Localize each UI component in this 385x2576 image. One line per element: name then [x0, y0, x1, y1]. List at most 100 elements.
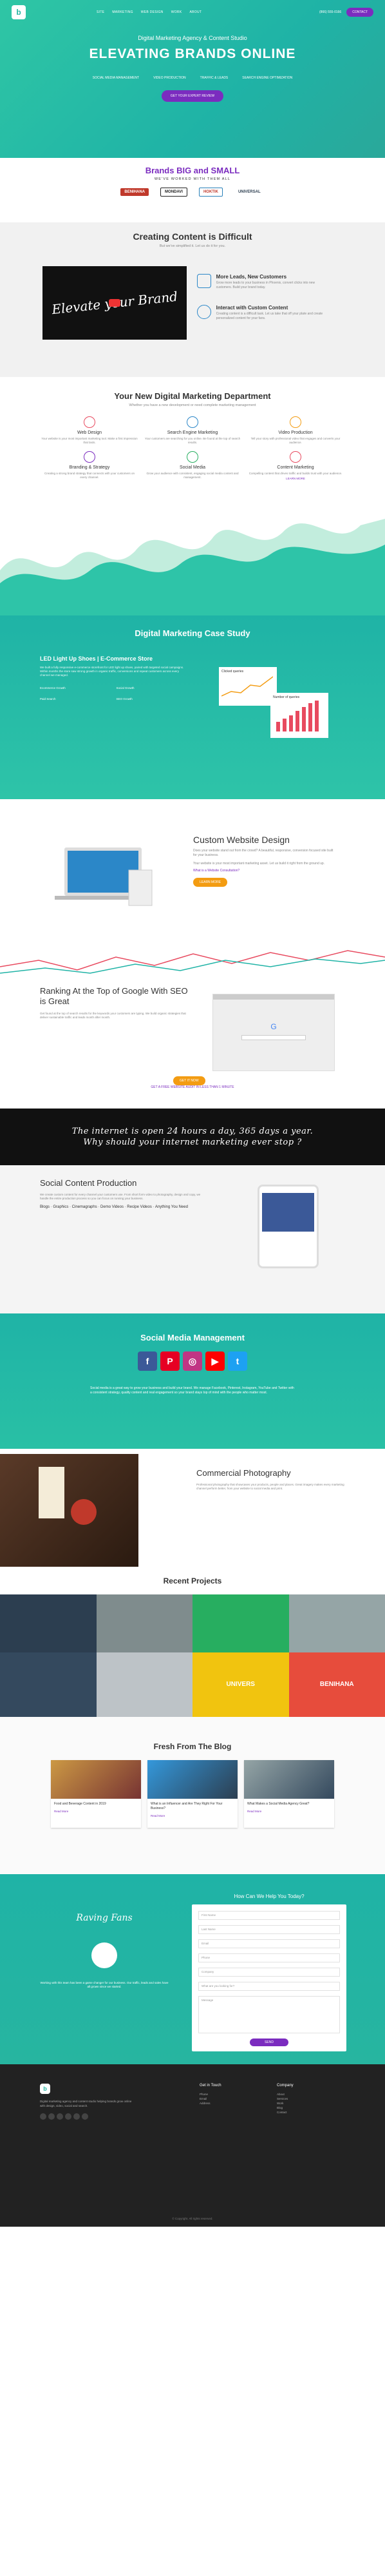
project-tile[interactable]	[0, 1594, 97, 1652]
pinterest-icon[interactable]	[65, 2113, 71, 2120]
dept-item-title: Social Media	[179, 465, 206, 470]
video-icon	[290, 416, 301, 428]
quote-banner: The internet is open 24 hours a day, 365…	[0, 1109, 385, 1165]
chart-card: Number of queries	[270, 693, 328, 738]
contact-button[interactable]: CONTACT	[346, 8, 373, 17]
content-difficult-section: Creating Content is Difficult But we've …	[0, 222, 385, 377]
consultation-link[interactable]: What is a Website Consultation?	[193, 869, 335, 873]
stat-label: Ecommerce Growth	[40, 686, 66, 690]
youtube-icon[interactable]: ▶	[205, 1351, 225, 1371]
facebook-icon[interactable]	[40, 2113, 46, 2120]
instagram-icon[interactable]	[57, 2113, 63, 2120]
project-tile[interactable]: UNIVERS	[192, 1652, 289, 1717]
last-name-field[interactable]: Last Name	[198, 1925, 340, 1934]
nav-item[interactable]: ABOUT	[189, 10, 202, 14]
logo[interactable]: b	[12, 5, 26, 19]
message-field[interactable]: Message	[198, 1996, 340, 2033]
blog-card[interactable]: What is an Influencer and Are They Right…	[147, 1760, 238, 1828]
youtube-icon[interactable]	[73, 2113, 80, 2120]
project-tile[interactable]	[96, 1594, 192, 1652]
phone-field[interactable]: Phone	[198, 1953, 340, 1962]
social-content-section: Social Content Production We create cust…	[0, 1165, 385, 1313]
search-bar	[241, 1035, 306, 1040]
dept-item[interactable]: Video Production Tell your story with pro…	[247, 416, 344, 445]
read-more-link[interactable]: Read More	[147, 1814, 238, 1817]
video-player[interactable]: Elevate your Brand	[42, 266, 187, 340]
service-link[interactable]: TRAFFIC & LEADS	[200, 76, 229, 80]
read-more-link[interactable]: Read More	[51, 1810, 141, 1813]
section-title: Digital Marketing Case Study	[135, 628, 250, 638]
nav-item[interactable]: SITE	[97, 10, 104, 14]
project-tile[interactable]: BENIHANA	[288, 1652, 385, 1717]
network-icon	[197, 305, 211, 319]
project-tile[interactable]	[96, 1652, 192, 1717]
footer-link[interactable]: Work	[277, 2101, 341, 2106]
blog-card[interactable]: Food and Beverage Content in 2019 Read Mo…	[51, 1760, 141, 1828]
blog-image	[147, 1760, 238, 1799]
blog-title[interactable]: What Makes a Social Media Agency Great?	[244, 1799, 334, 1810]
footer-link[interactable]: Blog	[277, 2106, 341, 2110]
footer-link[interactable]: About	[277, 2092, 341, 2097]
dept-item[interactable]: Content Marketing Compelling content that…	[247, 451, 344, 480]
footer-link[interactable]: Contact	[277, 2110, 341, 2115]
service-link[interactable]: SEARCH ENGINE OPTIMIZATION	[242, 76, 292, 80]
audit-cta-text[interactable]: GET A FREE WEBSITE AUDIT IN LESS THAN 1 …	[0, 1085, 385, 1089]
browser-mockup: G	[212, 994, 335, 1071]
footer-company: Company About Services Work Blog Contact	[277, 2084, 341, 2115]
linkedin-icon[interactable]	[82, 2113, 88, 2120]
service-link[interactable]: VIDEO PRODUCTION	[153, 76, 186, 80]
footer-logo[interactable]: b	[40, 2084, 50, 2094]
social-icon	[187, 451, 198, 463]
blog-card[interactable]: What Makes a Social Media Agency Great? R…	[244, 1760, 334, 1828]
send-button[interactable]: SEND	[250, 2039, 288, 2046]
service-link[interactable]: SOCIAL MEDIA MANAGEMENT	[93, 76, 139, 80]
project-tile[interactable]	[0, 1652, 97, 1717]
email-field[interactable]: Email	[198, 1939, 340, 1948]
search-logo-icon: G	[270, 1022, 277, 1031]
get-it-now-button[interactable]: GET IT NOW	[173, 1076, 205, 1085]
first-name-field[interactable]: First Name	[198, 1911, 340, 1920]
facebook-icon[interactable]: f	[138, 1351, 157, 1371]
dept-item[interactable]: Branding & Strategy Creating a strong bra…	[41, 451, 138, 480]
form-box: First Name Last Name Email Phone Company…	[192, 1904, 346, 2051]
dept-item[interactable]: Social Media Grow your audience with cons…	[144, 451, 241, 480]
project-tile[interactable]	[288, 1594, 385, 1652]
top-bar: b SITE MARKETING WEB DESIGN WORK ABOUT (…	[0, 0, 385, 24]
footer-link[interactable]: Phone	[200, 2092, 264, 2097]
footer-link[interactable]: Services	[277, 2097, 341, 2101]
dept-item[interactable]: Web Design Your website is your most impo…	[41, 416, 138, 445]
content-tags: Blogs · Graphics · Cinemagraphs · Demo V…	[40, 1205, 188, 1209]
twitter-icon[interactable]	[48, 2113, 55, 2120]
stat-label: Social Growth	[116, 686, 135, 690]
brands-subtitle: WE'VE WORKED WITH THEM ALL	[154, 177, 231, 181]
contact-form: How Can We Help You Today? First Name La…	[192, 1893, 346, 2051]
main-nav: SITE MARKETING WEB DESIGN WORK ABOUT	[97, 10, 202, 14]
learn-more-link[interactable]: LEARN MORE	[247, 477, 344, 480]
social-media-management-section: Social Media Management f P ◎ ▶ t Social…	[0, 1313, 385, 1449]
pinterest-icon[interactable]: P	[160, 1351, 180, 1371]
case-study-body: LED Light Up Shoes | E-Commerce Store We…	[40, 655, 185, 701]
blog-title[interactable]: What is an Influencer and Are They Right…	[147, 1799, 238, 1814]
instagram-icon[interactable]: ◎	[183, 1351, 202, 1371]
section-text: Professional photography that showcases …	[196, 1483, 344, 1490]
learn-more-button[interactable]: LEARN MORE	[193, 878, 228, 887]
project-tile[interactable]	[192, 1594, 289, 1652]
hero-cta-button[interactable]: GET YOUR EXPERT REVIEW	[161, 90, 224, 102]
phone-mockup	[258, 1185, 319, 1268]
twitter-icon[interactable]: t	[228, 1351, 247, 1371]
section-title: Social Media Management	[140, 1333, 245, 1342]
nav-item[interactable]: WEB DESIGN	[141, 10, 164, 14]
read-more-link[interactable]: Read More	[244, 1810, 334, 1813]
nav-item[interactable]: MARKETING	[112, 10, 133, 14]
footer-link[interactable]: Email	[200, 2097, 264, 2101]
brand-logos: BENIHANA MONDAVI HOKTIK UNIVERSAL	[0, 188, 385, 197]
company-field[interactable]: Company	[198, 1968, 340, 1977]
brand-logo: BENIHANA	[120, 188, 149, 196]
dept-item[interactable]: Search Engine Marketing Your customers ar…	[144, 416, 241, 445]
nav-item[interactable]: WORK	[171, 10, 182, 14]
phone-number[interactable]: (866) 555-0166	[319, 10, 341, 14]
play-icon[interactable]	[109, 299, 120, 307]
interest-select[interactable]: What are you looking for?	[198, 1982, 340, 1991]
blog-title[interactable]: Food and Beverage Content in 2019	[51, 1799, 141, 1810]
footer-link[interactable]: Address	[200, 2101, 264, 2106]
